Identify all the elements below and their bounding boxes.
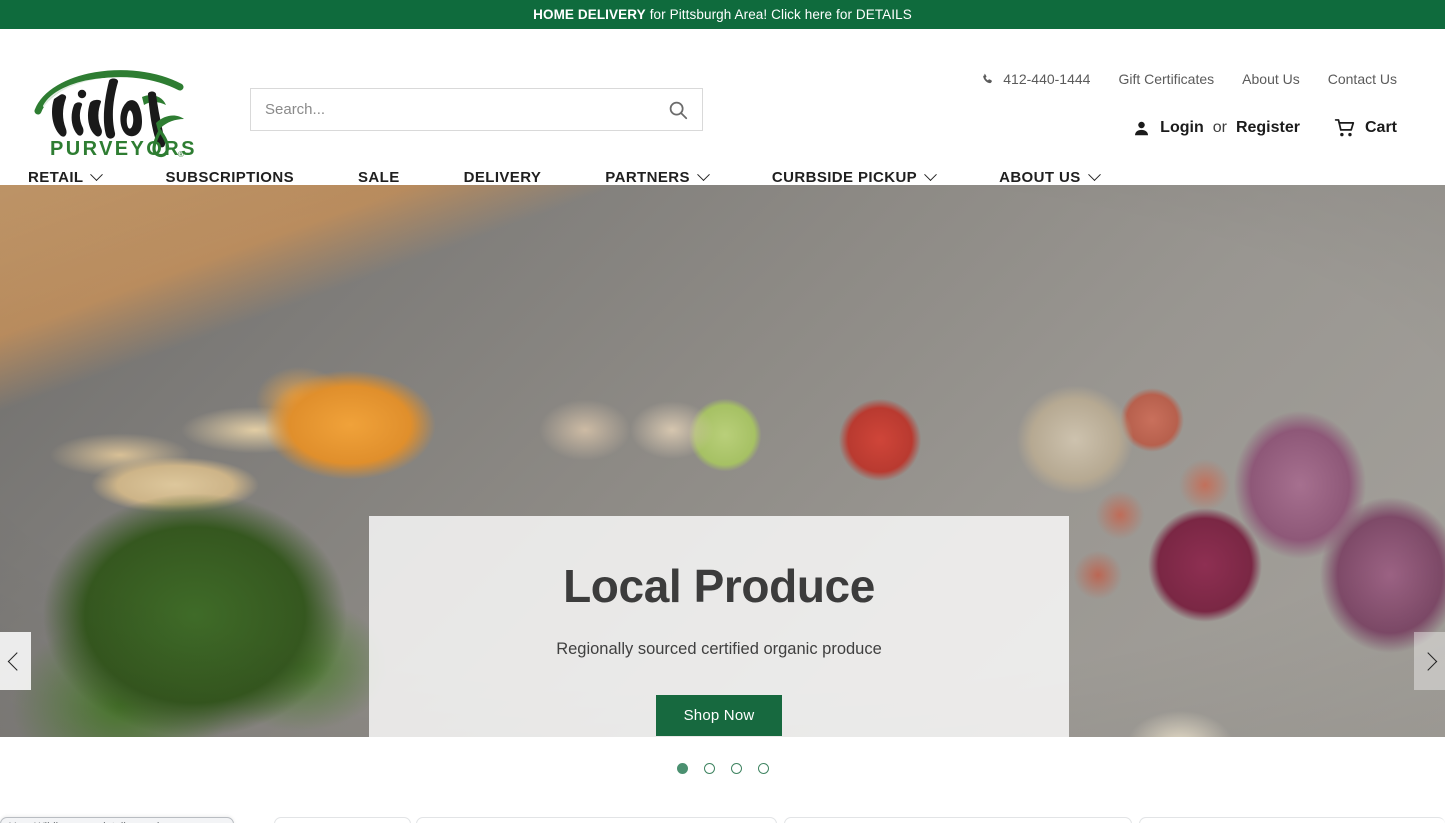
nav-label-delivery: DELIVERY	[463, 169, 542, 186]
bottom-card-4[interactable]	[784, 817, 1132, 823]
bottom-card-2[interactable]	[274, 817, 411, 823]
chevron-down-icon	[924, 168, 937, 182]
promo-banner[interactable]: HOME DELIVERY for Pittsburgh Area! Click…	[0, 0, 1445, 29]
nav-item-delivery[interactable]: DELIVERY	[464, 169, 575, 186]
hero-title: Local Produce	[563, 560, 875, 612]
account-row: Login or Register Cart	[1132, 117, 1397, 139]
login-link[interactable]: Login	[1160, 119, 1204, 137]
carousel-dot-3[interactable]	[730, 762, 742, 774]
gift-certificates-link[interactable]: Gift Certificates	[1118, 71, 1214, 87]
nav-label-partners: PARTNERS	[605, 169, 690, 186]
carousel-next-button[interactable]	[1414, 632, 1445, 690]
bottom-cards-strip: Your Wildly... ... ... detail... card...	[0, 799, 1445, 823]
nav-label-curbside-pickup: CURBSIDE PICKUP	[771, 169, 918, 186]
bottom-card-1[interactable]: Your Wildly... ... ... detail... card...	[0, 817, 234, 823]
search-form	[250, 88, 703, 131]
search-icon	[669, 101, 688, 119]
search-input[interactable]	[251, 89, 654, 130]
svg-text:®: ®	[178, 150, 184, 159]
main-navigation: RETAIL SUBSCRIPTIONS SALE DELIVERY PARTN…	[28, 168, 1101, 186]
carousel-prev-button[interactable]	[0, 632, 31, 690]
carousel-dots	[0, 737, 1445, 799]
nav-label-retail: RETAIL	[28, 169, 84, 186]
hero-carousel: Local Produce Regionally sourced certifi…	[0, 185, 1445, 737]
bottom-card-5[interactable]	[1139, 817, 1445, 823]
chevron-left-icon	[7, 651, 27, 671]
utility-links: 412-440-1444 Gift Certificates About Us …	[980, 71, 1397, 87]
nav-item-retail[interactable]: RETAIL	[28, 168, 134, 186]
carousel-dot-1[interactable]	[676, 762, 688, 774]
hero-subtitle: Regionally sourced certified organic pro…	[556, 640, 882, 658]
chevron-down-icon	[1087, 168, 1101, 182]
nav-item-sale[interactable]: SALE	[358, 169, 433, 186]
hero-content-card: Local Produce Regionally sourced certifi…	[369, 516, 1069, 737]
bottom-card-3[interactable]	[416, 817, 777, 823]
phone-number: 412-440-1444	[1003, 71, 1091, 87]
nav-item-curbside-pickup[interactable]: CURBSIDE PICKUP	[771, 168, 968, 186]
nav-item-about-us[interactable]: ABOUT US	[999, 168, 1101, 186]
carousel-dot-2[interactable]	[703, 762, 715, 774]
phone-icon	[983, 73, 993, 83]
search-submit-button[interactable]	[654, 89, 702, 130]
about-us-link[interactable]: About Us	[1242, 71, 1300, 87]
chevron-down-icon	[697, 168, 710, 182]
svg-text:PURVEYORS: PURVEYORS	[50, 138, 197, 160]
phone-link[interactable]: 412-440-1444	[980, 71, 1090, 87]
cart-link[interactable]: Cart	[1334, 117, 1397, 139]
promo-banner-rest: for Pittsburgh Area! Click here for DETA…	[649, 7, 912, 22]
promo-banner-strong: HOME DELIVERY	[533, 7, 646, 22]
cart-label: Cart	[1364, 119, 1397, 136]
chevron-right-icon	[1418, 651, 1438, 671]
account-links: Login or Register	[1132, 119, 1300, 138]
contact-us-link[interactable]: Contact Us	[1328, 71, 1397, 87]
cart-icon	[1334, 119, 1355, 137]
register-link[interactable]: Register	[1236, 119, 1300, 137]
account-separator: or	[1212, 119, 1227, 136]
nav-item-subscriptions[interactable]: SUBSCRIPTIONS	[165, 169, 327, 186]
site-logo[interactable]: PURVEYORS ®	[30, 65, 208, 163]
carousel-dot-4[interactable]	[757, 762, 769, 774]
user-icon	[1135, 121, 1149, 135]
site-header: PURVEYORS ® 412-440-1444 Gift Certificat…	[0, 29, 1445, 186]
nav-item-partners[interactable]: PARTNERS	[605, 168, 741, 186]
chevron-down-icon	[90, 168, 104, 182]
nav-label-about-us: ABOUT US	[999, 169, 1081, 186]
shop-now-button[interactable]: Shop Now	[655, 695, 783, 736]
nav-label-sale: SALE	[358, 169, 400, 186]
nav-label-subscriptions: SUBSCRIPTIONS	[165, 169, 295, 186]
